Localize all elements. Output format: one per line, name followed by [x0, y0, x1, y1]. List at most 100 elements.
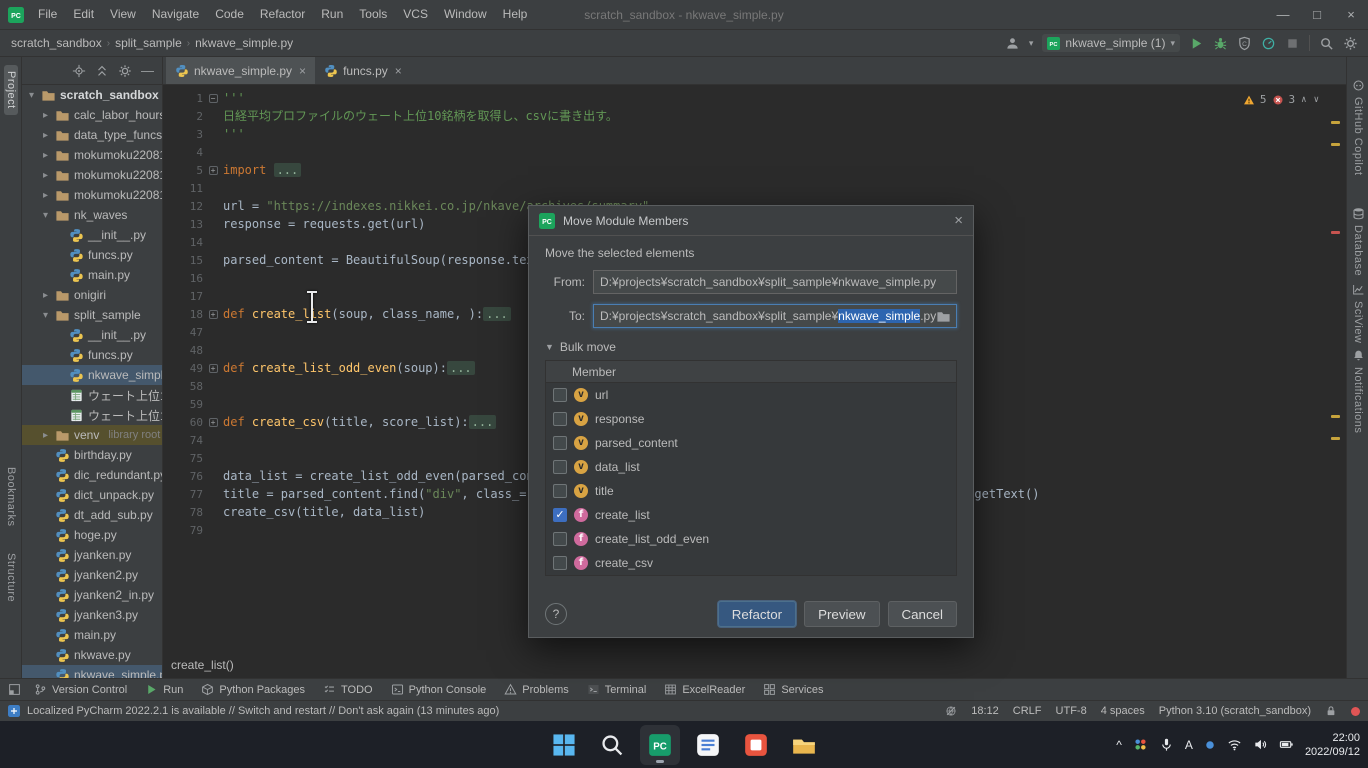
tree-item-jyanken-py[interactable]: jyanken.py	[22, 545, 162, 565]
menu-file[interactable]: File	[30, 0, 65, 29]
close-button[interactable]: ×	[1334, 0, 1368, 30]
tool-window-button-version-control[interactable]: Version Control	[25, 679, 136, 700]
taskbar-red-app-icon[interactable]	[736, 725, 776, 765]
member-checkbox[interactable]	[553, 412, 567, 426]
fold-marker-icon[interactable]: −	[209, 94, 218, 103]
run-button[interactable]	[1189, 36, 1204, 51]
tray-app-icon[interactable]	[1133, 737, 1148, 752]
tree-item-main-py[interactable]: main.py	[22, 265, 162, 285]
tree-item-nkwave_simple-py[interactable]: nkwave_simple.py	[22, 365, 162, 385]
fold-marker-icon[interactable]: +	[209, 418, 218, 427]
breadcrumb-item[interactable]: split_sample	[114, 36, 183, 50]
tool-window-button-terminal[interactable]: Terminal	[578, 679, 656, 700]
member-checkbox[interactable]	[553, 388, 567, 402]
dialog-titlebar[interactable]: PC Move Module Members ×	[529, 206, 973, 236]
tool-stripe-database[interactable]: Database	[1347, 207, 1368, 276]
close-tab-icon[interactable]: ×	[395, 64, 402, 78]
menu-code[interactable]: Code	[207, 0, 252, 29]
code-line[interactable]: 3'''	[163, 125, 1346, 143]
locate-file-icon[interactable]	[72, 64, 86, 78]
menu-tools[interactable]: Tools	[351, 0, 395, 29]
tool-window-button-python-packages[interactable]: Python Packages	[192, 679, 314, 700]
taskbar-document-app-icon[interactable]	[688, 725, 728, 765]
tool-stripe-structure[interactable]: Structure	[0, 553, 22, 602]
fold-marker-icon[interactable]: +	[209, 166, 218, 175]
chevron-right-icon[interactable]: ▸	[40, 150, 51, 161]
member-row-data_list[interactable]: vdata_list	[546, 455, 956, 479]
tool-stripe-notifications[interactable]: Notifications	[1347, 349, 1368, 433]
taskbar-pycharm-icon[interactable]: PC	[640, 725, 680, 765]
member-checkbox[interactable]	[553, 460, 567, 474]
tree-item-funcs-py[interactable]: funcs.py	[22, 345, 162, 365]
member-row-create_csv[interactable]: fcreate_csv	[546, 551, 956, 575]
menu-help[interactable]: Help	[495, 0, 536, 29]
tree-item-venv[interactable]: ▸venvlibrary root	[22, 425, 162, 445]
coverage-button[interactable]: C	[1237, 36, 1252, 51]
help-button[interactable]: ?	[545, 603, 567, 625]
dialog-close-icon[interactable]: ×	[954, 212, 963, 229]
chevron-right-icon[interactable]: ▸	[40, 130, 51, 141]
member-row-parsed_content[interactable]: vparsed_content	[546, 431, 956, 455]
member-row-create_list[interactable]: ✓fcreate_list	[546, 503, 956, 527]
menu-edit[interactable]: Edit	[65, 0, 102, 29]
tree-item-mokumoku220814[interactable]: ▸mokumoku220814	[22, 165, 162, 185]
fold-marker-icon[interactable]: +	[209, 364, 218, 373]
tool-window-button-services[interactable]: Services	[754, 679, 832, 700]
tab-funcs[interactable]: funcs.py ×	[315, 57, 411, 84]
tool-window-button-excelreader[interactable]: ExcelReader	[655, 679, 754, 700]
settings-gear-icon[interactable]	[1343, 36, 1358, 51]
notifications-icon[interactable]	[1351, 707, 1360, 716]
taskbar-clock[interactable]: 22:00 2022/09/12	[1305, 731, 1360, 759]
microphone-icon[interactable]	[1159, 737, 1174, 752]
chevron-right-icon[interactable]: ▸	[40, 110, 51, 121]
tree-item-funcs-py[interactable]: funcs.py	[22, 245, 162, 265]
tree-item--10-2[interactable]: ウェート上位10銘柄2	[22, 405, 162, 425]
maximize-button[interactable]: □	[1300, 0, 1334, 30]
refactor-button[interactable]: Refactor	[718, 601, 796, 627]
chevron-down-icon[interactable]: ▾	[40, 310, 51, 321]
tree-item-data_type_funcs[interactable]: ▸data_type_funcs	[22, 125, 162, 145]
inspections-widget[interactable]: 5 3 ∧ ∨	[1243, 91, 1320, 109]
tree-item-birthday-py[interactable]: birthday.py	[22, 445, 162, 465]
tree-item-split_sample[interactable]: ▾split_sample	[22, 305, 162, 325]
breadcrumb-item[interactable]: scratch_sandbox	[10, 36, 103, 50]
chevron-down-icon[interactable]: ▾	[26, 90, 37, 101]
encoding-indicator[interactable]: UTF-8	[1056, 705, 1087, 717]
minimize-button[interactable]: —	[1266, 0, 1300, 30]
code-line[interactable]: 5+import ...	[163, 161, 1346, 179]
code-line[interactable]: 1−'''	[163, 89, 1346, 107]
from-path-field[interactable]: D:¥projects¥scratch_sandbox¥split_sample…	[593, 270, 957, 294]
start-button[interactable]	[544, 725, 584, 765]
chevron-down-icon[interactable]: ▾	[40, 210, 51, 221]
tree-item-mokumoku220817[interactable]: ▸mokumoku220817	[22, 185, 162, 205]
menu-refactor[interactable]: Refactor	[252, 0, 313, 29]
tree-item-__init__-py[interactable]: __init__.py	[22, 325, 162, 345]
next-problem-icon[interactable]: ∨	[1313, 91, 1320, 109]
chevron-right-icon[interactable]: ▸	[40, 430, 51, 441]
preview-button[interactable]: Preview	[804, 601, 879, 627]
panel-settings-gear-icon[interactable]	[118, 64, 132, 78]
user-icon[interactable]	[1005, 36, 1020, 51]
tree-item-jyanken2_in-py[interactable]: jyanken2_in.py	[22, 585, 162, 605]
tree-item-calc_labor_hours[interactable]: ▸calc_labor_hours	[22, 105, 162, 125]
indent-indicator[interactable]: 4 spaces	[1101, 705, 1145, 717]
to-path-field[interactable]: D:¥projects¥scratch_sandbox¥split_sample…	[593, 304, 957, 328]
tree-item-hoge-py[interactable]: hoge.py	[22, 525, 162, 545]
tab-nkwave-simple[interactable]: nkwave_simple.py ×	[166, 57, 315, 84]
menu-navigate[interactable]: Navigate	[144, 0, 207, 29]
status-message[interactable]: Localized PyCharm 2022.2.1 is available …	[27, 705, 499, 717]
menu-window[interactable]: Window	[436, 0, 495, 29]
tree-item-dic_redundant-py[interactable]: dic_redundant.py	[22, 465, 162, 485]
wifi-icon[interactable]	[1227, 737, 1242, 752]
tree-item-dt_add_sub-py[interactable]: dt_add_sub.py	[22, 505, 162, 525]
breadcrumb-item[interactable]: nkwave_simple.py	[194, 36, 294, 50]
tree-item-nkwave_simple-py[interactable]: nkwave_simple.py	[22, 665, 162, 678]
member-checkbox[interactable]: ✓	[553, 508, 567, 522]
volume-icon[interactable]	[1253, 737, 1268, 752]
tree-item-onigiri[interactable]: ▸onigiri	[22, 285, 162, 305]
tree-item-__init__-py[interactable]: __init__.py	[22, 225, 162, 245]
chevron-right-icon[interactable]: ▸	[40, 190, 51, 201]
interpreter-indicator[interactable]: Python 3.10 (scratch_sandbox)	[1159, 705, 1311, 717]
fold-marker-icon[interactable]: +	[209, 310, 218, 319]
cancel-button[interactable]: Cancel	[888, 601, 958, 627]
